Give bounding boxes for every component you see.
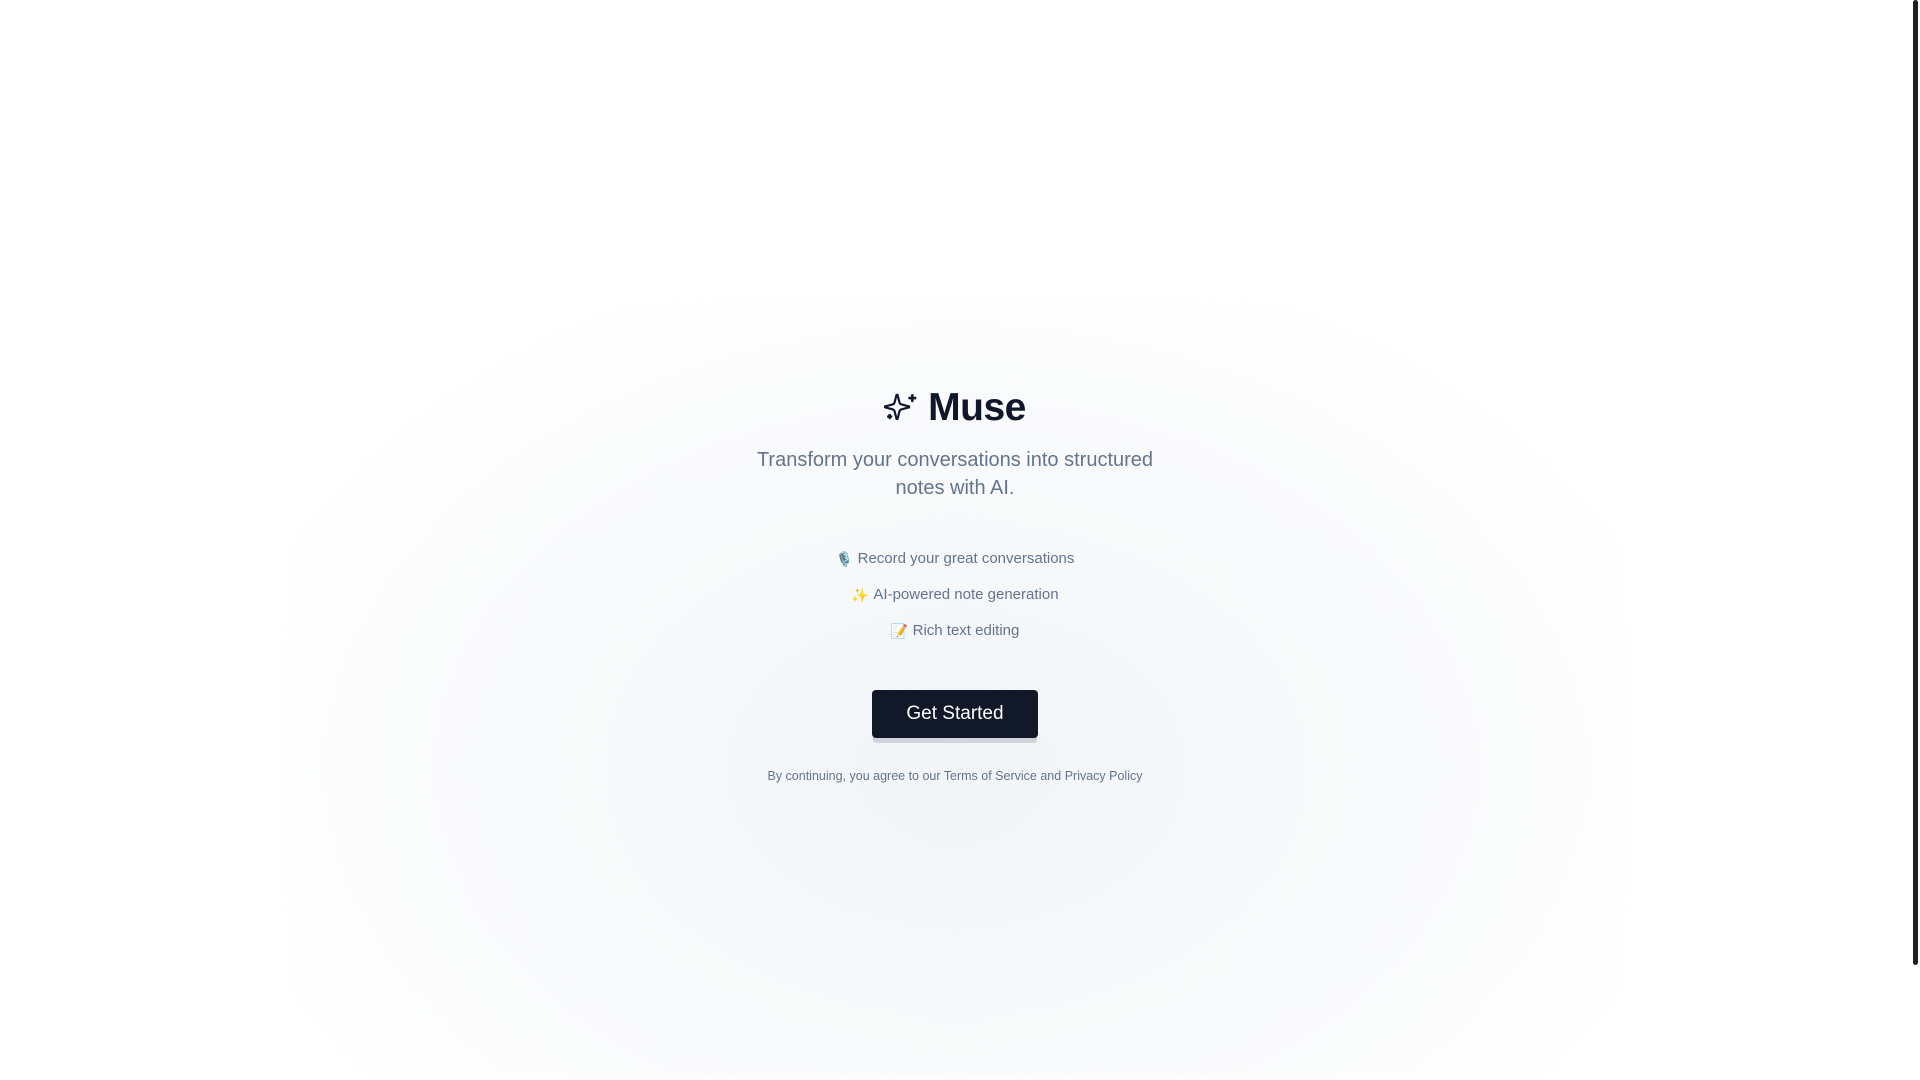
cta-container: Get Started [0,690,1910,738]
feature-item-record: 🎙️ Record your great conversations [836,548,1075,570]
memo-icon: 📝 [890,623,909,639]
feature-label: Rich text editing [912,622,1020,639]
landing-page: Muse Transform your conversations into s… [0,0,1920,1080]
feature-item-rich-text: 📝 Rich text editing [891,620,1020,642]
brand-header: Muse [0,386,1910,430]
app-name: Muse [928,386,1026,429]
microphone-icon: 🎙️ [835,551,854,567]
get-started-button[interactable]: Get Started [872,690,1038,738]
legal-notice: By continuing, you agree to our Terms of… [0,769,1910,783]
privacy-policy-link[interactable]: Privacy Policy [1065,769,1143,783]
sparkles-icon: ✨ [851,587,869,603]
tagline-container: Transform your conversations into struct… [0,446,1910,502]
terms-of-service-link[interactable]: Terms of Service [944,769,1037,783]
legal-prefix: By continuing, you agree to our [767,769,944,783]
sparkles-icon [883,391,918,425]
feature-item-ai-notes: ✨ AI-powered note generation [851,584,1058,606]
hero-section: Muse Transform your conversations into s… [0,0,1910,1080]
feature-label: AI-powered note generation [873,586,1059,603]
scrollbar-thumb[interactable] [1913,0,1918,965]
legal-conjunction: and [1036,769,1065,783]
vertical-scrollbar[interactable] [1910,0,1920,1080]
tagline: Transform your conversations into struct… [756,449,1154,499]
feature-label: Record your great conversations [857,550,1075,567]
feature-list: 🎙️ Record your great conversations ✨ AI-… [0,548,1910,642]
